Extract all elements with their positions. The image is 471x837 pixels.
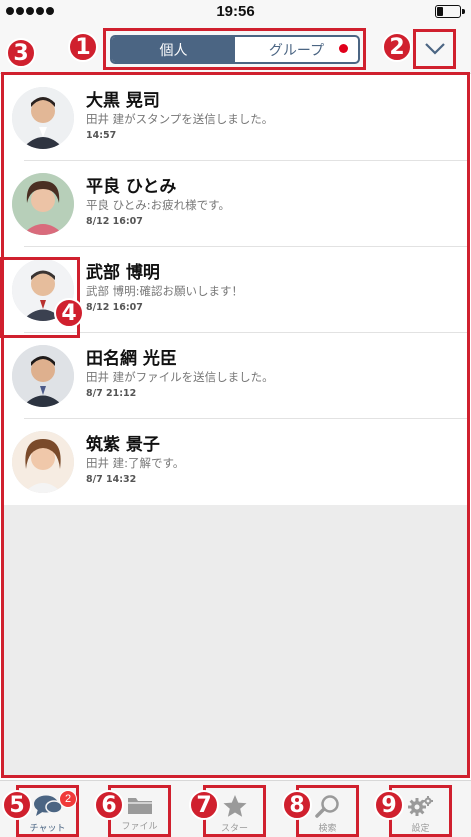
chat-date: 14:57 bbox=[86, 130, 117, 141]
chat-row[interactable]: 筑紫 景子 田井 建:了解です。 8/7 14:32 bbox=[4, 419, 467, 505]
tab-search-label: 検索 bbox=[318, 824, 337, 834]
annotation-badge-7: 7 bbox=[189, 790, 219, 820]
battery-icon bbox=[435, 5, 465, 18]
chat-date: 8/7 21:12 bbox=[86, 388, 137, 399]
chat-row[interactable]: 平良 ひとみ 平良 ひとみ:お疲れ様です。 8/12 16:07 bbox=[4, 161, 467, 247]
chat-name: 大黒 晃司 bbox=[86, 91, 160, 111]
chat-message: 田井 建:了解です。 bbox=[86, 456, 185, 470]
status-bar: 19:56 bbox=[0, 0, 471, 24]
chat-icon bbox=[33, 795, 63, 816]
avatar bbox=[12, 87, 74, 149]
status-time: 19:56 bbox=[216, 3, 255, 20]
annotation-badge-8: 8 bbox=[282, 790, 312, 820]
chat-name: 田名網 光臣 bbox=[86, 349, 177, 369]
gear-icon bbox=[407, 796, 433, 816]
search-icon bbox=[314, 795, 339, 818]
tab-star-label: スター bbox=[220, 824, 248, 834]
chat-date: 8/12 16:07 bbox=[86, 302, 143, 313]
chat-row[interactable]: 大黒 晃司 田井 建がスタンプを送信しました。 14:57 bbox=[4, 75, 467, 161]
star-icon bbox=[223, 795, 246, 817]
chat-message: 田井 建がスタンプを送信しました。 bbox=[86, 112, 274, 126]
chat-message: 武部 博明:確認お願いします！ bbox=[86, 284, 244, 298]
avatar bbox=[12, 345, 74, 407]
avatar bbox=[12, 173, 74, 235]
expand-button[interactable] bbox=[413, 29, 456, 69]
chevron-down-icon bbox=[424, 43, 445, 55]
chat-date: 8/12 16:07 bbox=[86, 216, 143, 227]
tab-personal-label: 個人 bbox=[159, 42, 188, 59]
chat-type-segmented-control: 個人 グループ bbox=[110, 35, 360, 64]
chat-row[interactable]: 田名網 光臣 田井 建がファイルを送信しました。 8/7 21:12 bbox=[4, 333, 467, 419]
chat-name: 筑紫 景子 bbox=[86, 435, 160, 455]
chat-message: 平良 ひとみ:お疲れ様です。 bbox=[86, 198, 231, 212]
unread-dot bbox=[339, 44, 348, 53]
notification-badge: 2 bbox=[59, 790, 77, 808]
tab-group[interactable]: グループ bbox=[235, 37, 358, 62]
tab-personal[interactable]: 個人 bbox=[112, 37, 235, 62]
tab-chat-label: チャット bbox=[29, 824, 66, 834]
annotation-badge-2: 2 bbox=[382, 32, 412, 62]
chat-message: 田井 建がファイルを送信しました。 bbox=[86, 370, 274, 384]
chat-name: 武部 博明 bbox=[86, 263, 160, 283]
annotation-badge-6: 6 bbox=[94, 790, 124, 820]
tab-file-label: ファイル bbox=[121, 822, 158, 832]
chat-date: 8/7 14:32 bbox=[86, 474, 137, 485]
annotation-badge-9: 9 bbox=[374, 790, 404, 820]
annotation-badge-5: 5 bbox=[2, 790, 32, 820]
chat-name: 平良 ひとみ bbox=[86, 177, 177, 197]
tab-group-label: グループ bbox=[268, 42, 325, 59]
annotation-badge-1: 1 bbox=[68, 32, 98, 62]
annotation-badge-3: 3 bbox=[6, 38, 36, 68]
tab-settings-label: 設定 bbox=[411, 824, 430, 834]
folder-icon bbox=[127, 798, 152, 814]
annotation-badge-4: 4 bbox=[54, 298, 84, 328]
avatar bbox=[12, 431, 74, 493]
